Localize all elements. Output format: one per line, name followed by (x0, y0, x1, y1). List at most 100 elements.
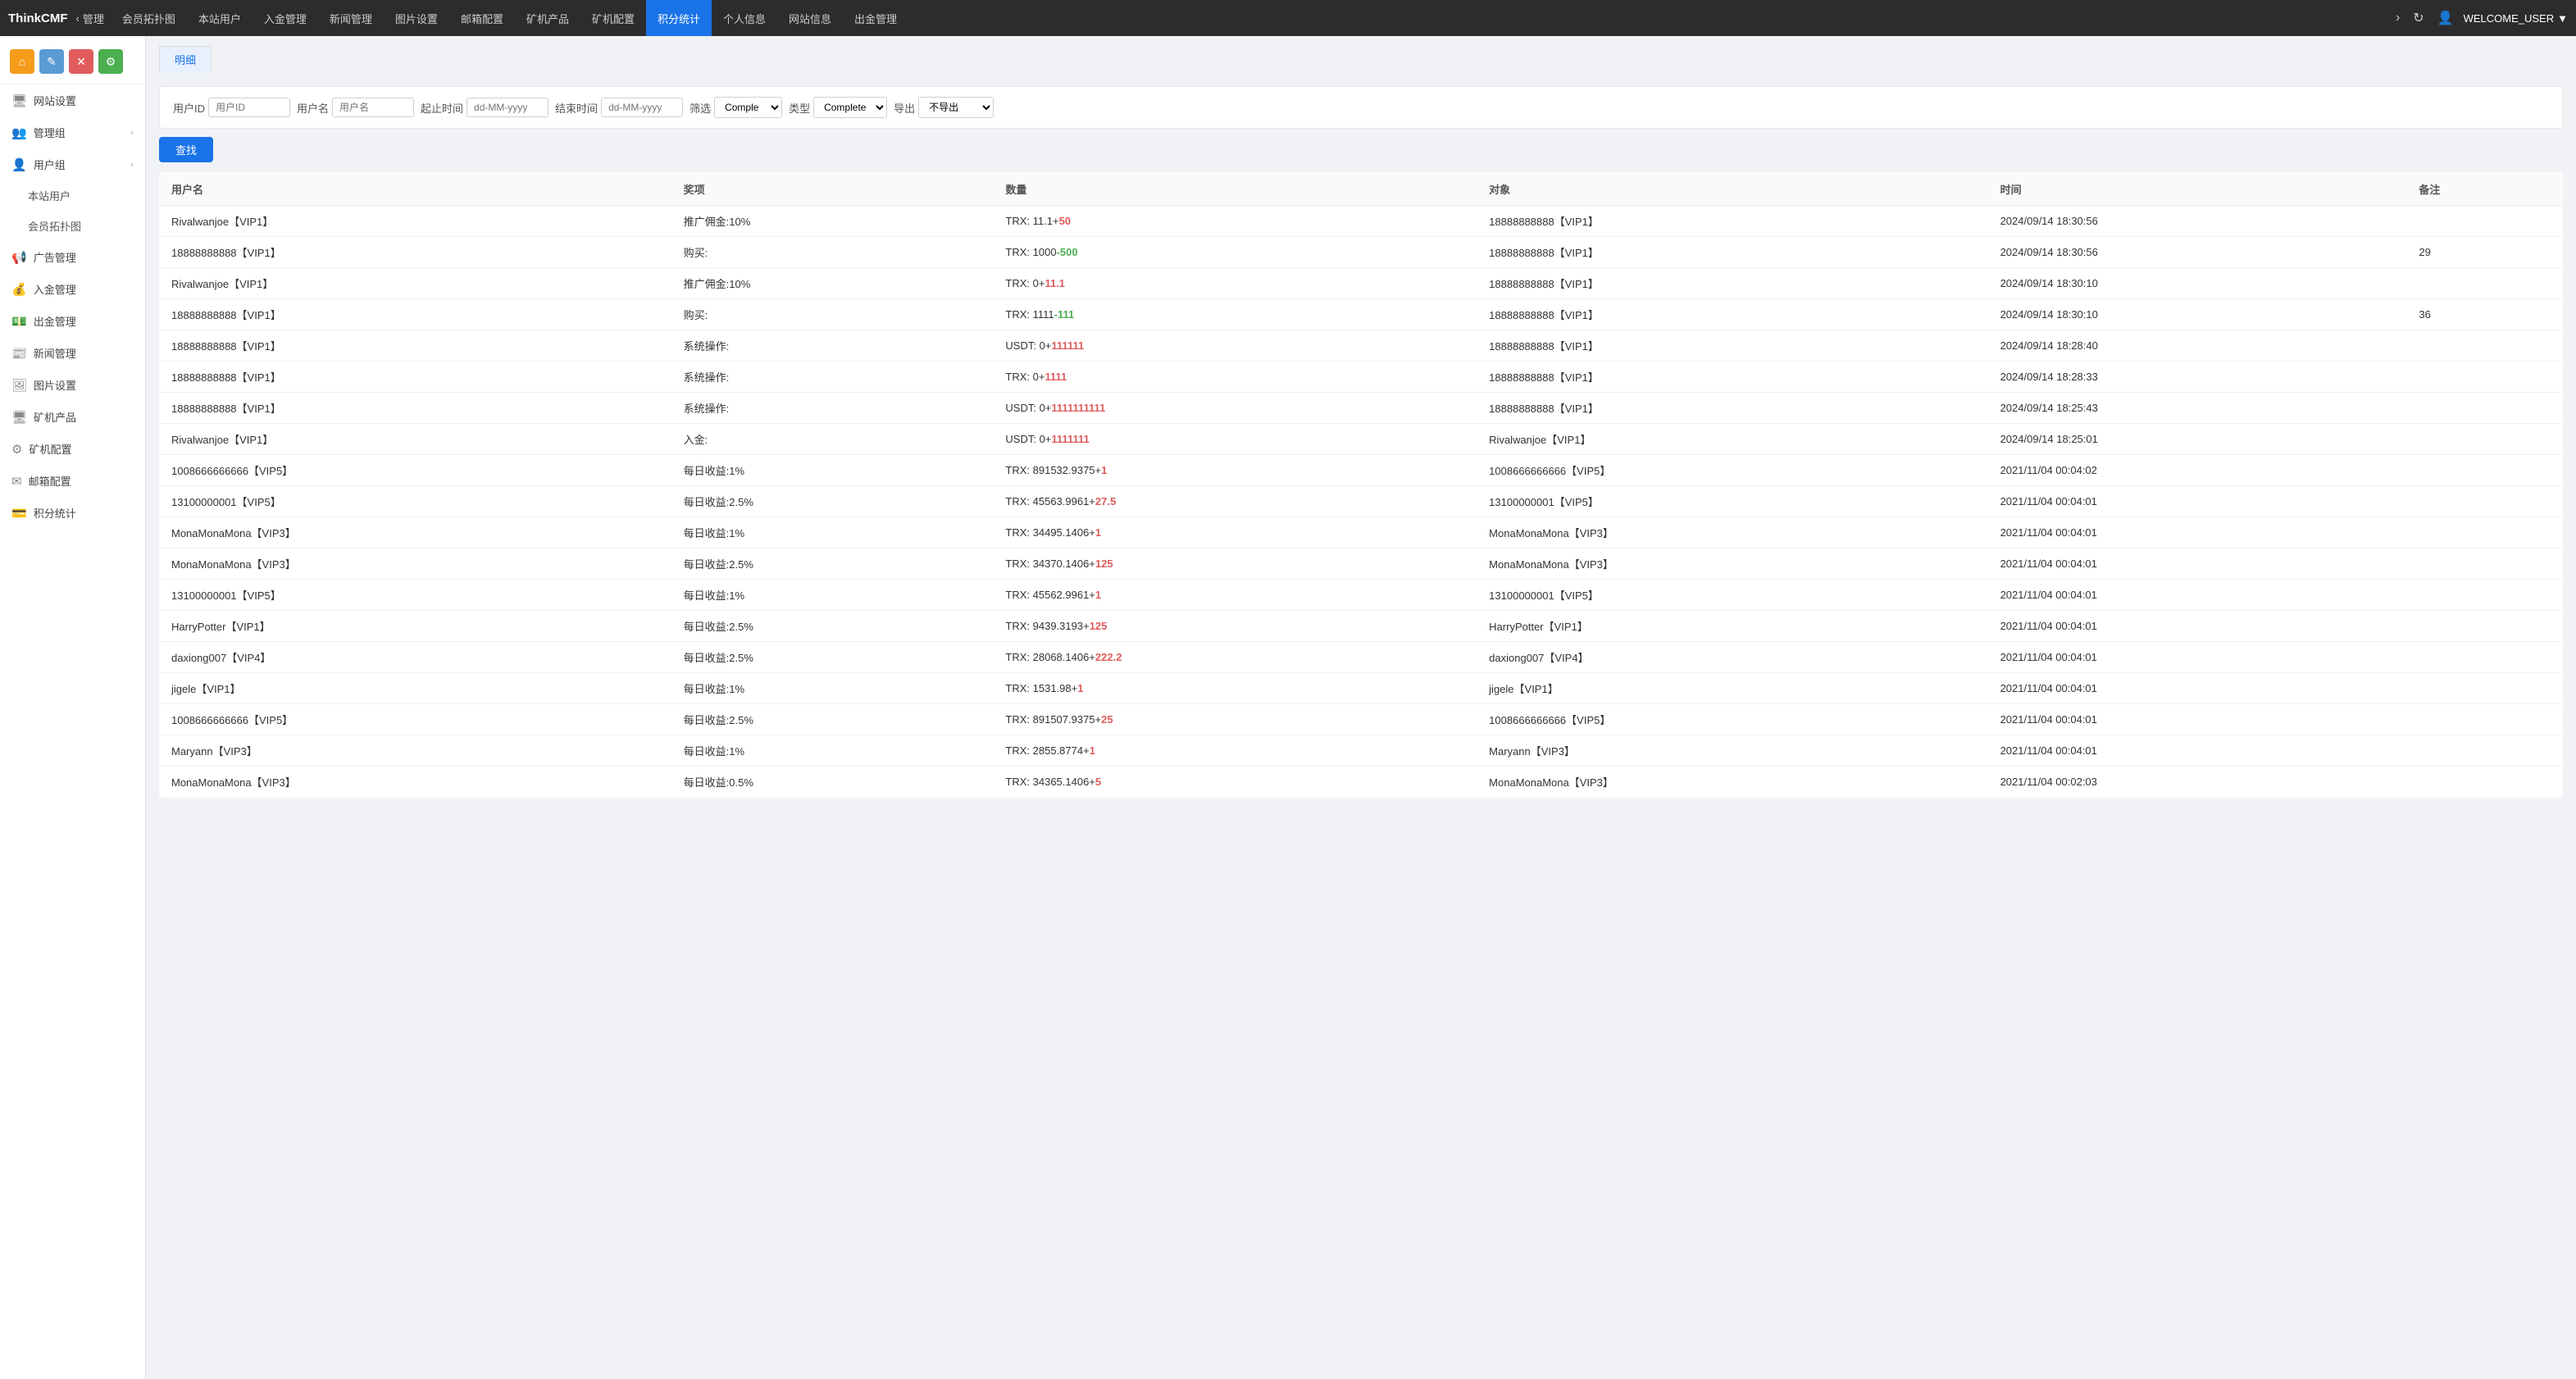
end-time-label: 结束时间 (555, 100, 598, 116)
cell-time: 2021/11/04 00:04:01 (1989, 548, 2408, 580)
amount-base: TRX: 9439.3193+ (1005, 620, 1089, 632)
nav-item-8[interactable]: 积分统计 (646, 0, 712, 36)
username-input[interactable] (332, 98, 414, 117)
group-icon: 👥 (11, 125, 27, 140)
cell-username: 18888888888【VIP1】 (160, 299, 672, 330)
edit-icon-button[interactable]: ✎ (39, 49, 64, 74)
sidebar-label-ads: 广告管理 (34, 249, 76, 265)
table-row: daxiong007【VIP4】 每日收益:2.5% TRX: 28068.14… (160, 642, 2563, 673)
sidebar-label-admin-group: 管理组 (34, 125, 66, 140)
tab-detail[interactable]: 明细 (159, 46, 212, 73)
cell-amount: TRX: 0+11.1 (994, 268, 1477, 299)
ads-icon: 📢 (11, 250, 27, 265)
table-body: Rivalwanjoe【VIP1】 推广佣金:10% TRX: 11.1+50 … (160, 206, 2563, 798)
sidebar-item-deposit[interactable]: 💰 入金管理 (0, 273, 145, 305)
nav-back-button[interactable]: ‹ 管理 (76, 11, 104, 26)
cell-award: 推广佣金:10% (672, 206, 994, 237)
sidebar-icon-row: ⌂ ✎ ✕ ⚙ (0, 43, 145, 84)
nav-item-7[interactable]: 矿机配置 (580, 0, 646, 36)
amount-base: TRX: 11.1+ (1005, 215, 1058, 227)
cell-username: MonaMonaMona【VIP3】 (160, 548, 672, 580)
nav-item-3[interactable]: 新闻管理 (318, 0, 384, 36)
nav-item-11[interactable]: 出金管理 (843, 0, 908, 36)
cell-award: 入金: (672, 424, 994, 455)
cell-award: 系统操作: (672, 362, 994, 393)
brand-logo: ThinkCMF (8, 11, 68, 25)
sidebar-item-admin-group[interactable]: 👥 管理组 › (0, 116, 145, 148)
sidebar-item-local-users[interactable]: 本站用户 (0, 180, 145, 211)
nav-item-9[interactable]: 个人信息 (712, 0, 777, 36)
cell-target: 18888888888【VIP1】 (1477, 330, 1988, 362)
filter-status-select[interactable]: Comple Pending (714, 97, 782, 118)
end-time-input[interactable] (601, 98, 683, 117)
export-select[interactable]: 不导出 导出CSV 导出Excel (918, 97, 994, 118)
filter-group-export: 导出 不导出 导出CSV 导出Excel (894, 97, 994, 118)
cell-time: 2024/09/14 18:28:40 (1989, 330, 2408, 362)
news-icon: 📰 (11, 346, 27, 361)
nav-item-1[interactable]: 本站用户 (187, 0, 253, 36)
nav-item-6[interactable]: 矿机产品 (515, 0, 580, 36)
user-label[interactable]: WELCOME_USER ▼ (2464, 12, 2568, 25)
type-select[interactable]: Complete All (813, 97, 887, 118)
type-label: 类型 (789, 100, 810, 116)
sidebar-item-image-settings[interactable]: 🖼 图片设置 (0, 369, 145, 401)
userid-label: 用户ID (173, 100, 205, 116)
col-header-username: 用户名 (160, 173, 672, 206)
withdrawal-icon: 💵 (11, 314, 27, 329)
cell-amount: TRX: 1111-111 (994, 299, 1477, 330)
search-btn-row: 查找 (159, 137, 2563, 162)
nav-item-0[interactable]: 会员拓扑图 (111, 0, 187, 36)
settings-icon-button[interactable]: ⚙ (98, 49, 123, 74)
sidebar-item-website-settings[interactable]: 🖥 网站设置 (0, 84, 145, 116)
sidebar-item-email[interactable]: ✉ 邮箱配置 (0, 465, 145, 497)
sidebar-item-member-topology[interactable]: 会员拓扑图 (0, 211, 145, 241)
cell-remark (2407, 455, 2562, 486)
cell-target: daxiong007【VIP4】 (1477, 642, 1988, 673)
cell-remark (2407, 611, 2562, 642)
sidebar-item-withdrawal[interactable]: 💵 出金管理 (0, 305, 145, 337)
sidebar-item-points-stats[interactable]: 💳 积分统计 (0, 497, 145, 529)
more-nav-icon[interactable]: › (2392, 7, 2403, 29)
userid-input[interactable] (208, 98, 290, 117)
sidebar-item-news[interactable]: 📰 新闻管理 (0, 337, 145, 369)
amount-delta: 1111111111 (1051, 402, 1105, 414)
refresh-icon[interactable]: ↻ (2410, 7, 2427, 30)
sidebar-item-miner-products[interactable]: 🖥 矿机产品 (0, 401, 145, 433)
amount-base: TRX: 0+ (1005, 371, 1045, 383)
cell-time: 2021/11/04 00:04:01 (1989, 517, 2408, 548)
home-icon-button[interactable]: ⌂ (10, 49, 34, 74)
cell-time: 2021/11/04 00:04:01 (1989, 486, 2408, 517)
table-row: 18888888888【VIP1】 购买: TRX: 1000-500 1888… (160, 237, 2563, 268)
col-header-award: 奖项 (672, 173, 994, 206)
cell-award: 系统操作: (672, 393, 994, 424)
cell-amount: TRX: 11.1+50 (994, 206, 1477, 237)
cell-username: 18888888888【VIP1】 (160, 393, 672, 424)
cell-award: 每日收益:2.5% (672, 642, 994, 673)
sidebar-item-ads[interactable]: 📢 广告管理 (0, 241, 145, 273)
cell-amount: TRX: 0+1111 (994, 362, 1477, 393)
nav-item-5[interactable]: 邮箱配置 (449, 0, 515, 36)
nav-item-10[interactable]: 网站信息 (777, 0, 843, 36)
sidebar-label-news: 新闻管理 (34, 345, 76, 361)
start-time-input[interactable] (467, 98, 548, 117)
delete-icon-button[interactable]: ✕ (69, 49, 93, 74)
search-button[interactable]: 查找 (159, 137, 213, 162)
amount-base: TRX: 0+ (1005, 277, 1045, 289)
cell-time: 2021/11/04 00:02:03 (1989, 767, 2408, 798)
nav-item-4[interactable]: 图片设置 (384, 0, 449, 36)
sidebar-label-withdrawal: 出金管理 (34, 313, 76, 329)
email-icon: ✉ (11, 474, 22, 489)
sidebar-item-user-group[interactable]: 👤 用户组 › (0, 148, 145, 180)
nav-item-2[interactable]: 入金管理 (253, 0, 318, 36)
cell-remark (2407, 767, 2562, 798)
cell-target: 18888888888【VIP1】 (1477, 237, 1988, 268)
cell-username: Rivalwanjoe【VIP1】 (160, 424, 672, 455)
cell-remark (2407, 642, 2562, 673)
cell-award: 每日收益:2.5% (672, 486, 994, 517)
cell-remark (2407, 517, 2562, 548)
filter-group-username: 用户名 (297, 98, 414, 117)
cell-time: 2024/09/14 18:28:33 (1989, 362, 2408, 393)
cell-remark (2407, 268, 2562, 299)
sidebar-item-miner-config[interactable]: ⚙ 矿机配置 (0, 433, 145, 465)
sidebar-label-website-settings: 网站设置 (34, 93, 76, 108)
